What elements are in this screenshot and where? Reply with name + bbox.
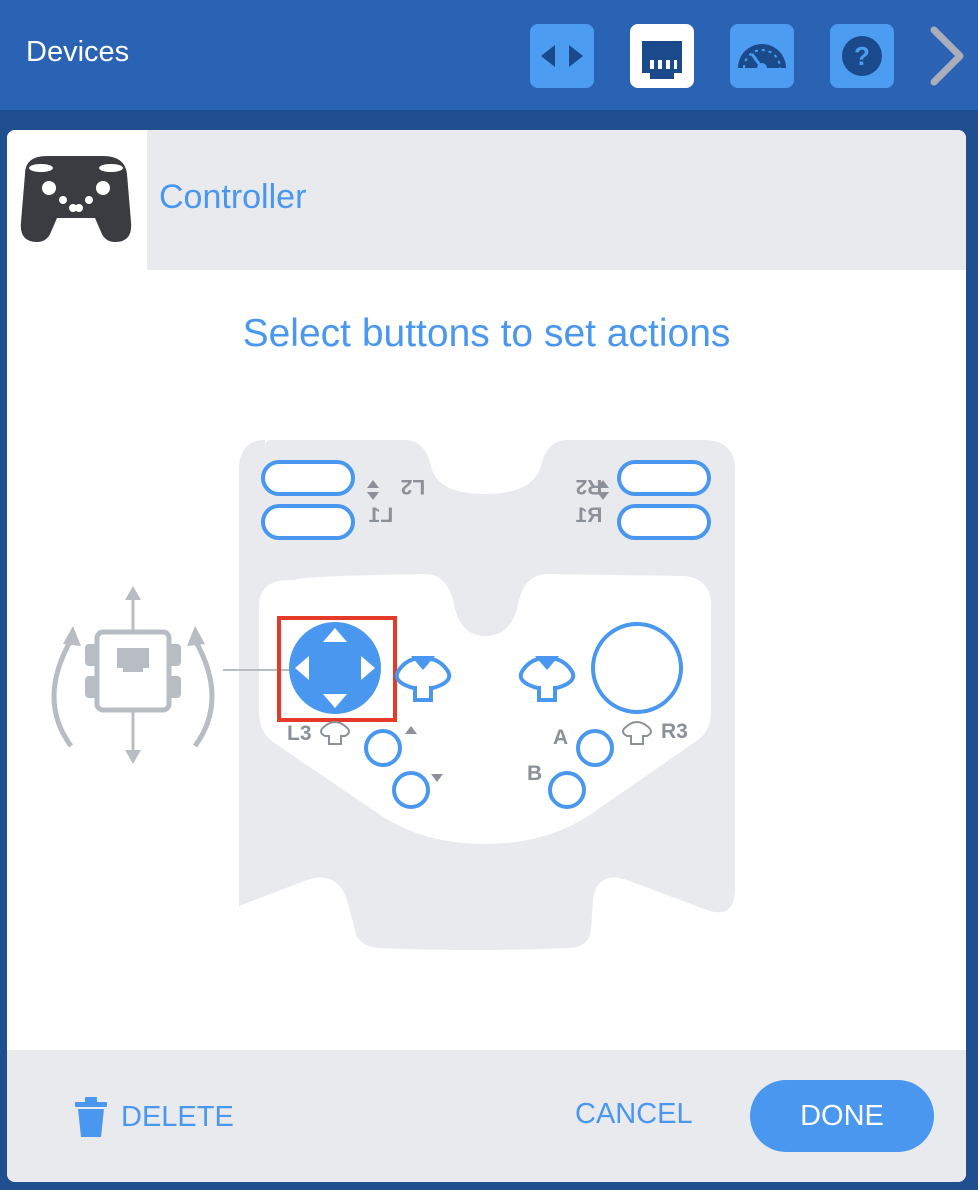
port-icon [642, 41, 682, 79]
page-title: Devices [26, 36, 130, 68]
port-button[interactable] [630, 24, 694, 88]
l2-label: L2 [401, 475, 426, 498]
up-button[interactable] [364, 729, 402, 767]
r2-button[interactable] [617, 460, 711, 496]
right-joystick[interactable] [591, 622, 683, 714]
footer-bar: DELETE CANCEL DONE [7, 1050, 966, 1182]
device-icon-box [7, 130, 147, 270]
l3-label: L3 [287, 722, 312, 745]
a-label: A [553, 726, 568, 749]
r1-button[interactable] [617, 504, 711, 540]
cancel-button[interactable]: CANCEL [575, 1098, 693, 1131]
r1-label-group: R1 [575, 504, 602, 527]
chevron-right-icon[interactable] [924, 24, 978, 88]
help-button[interactable]: ? [830, 24, 894, 88]
down-button[interactable] [392, 771, 430, 809]
device-config-panel: Controller Select buttons to set actions… [7, 130, 966, 1182]
device-header: Controller [7, 130, 966, 270]
l2-label-group: L2 [401, 475, 426, 498]
b-button[interactable] [548, 771, 586, 809]
delete-label: DELETE [121, 1100, 234, 1133]
top-bar: Devices ? [0, 0, 978, 110]
device-name: Controller [159, 178, 307, 216]
r3-label: R3 [661, 720, 688, 743]
code-icon [541, 45, 583, 67]
l1-label: L1 [368, 504, 393, 527]
controller-diagram: L2 L1 R2 R1 L3 R3 A B [51, 440, 735, 950]
help-icon-glyph: ? [854, 41, 870, 71]
b-label: B [527, 762, 542, 785]
l1-button[interactable] [261, 504, 355, 540]
l1-label-group: L1 [368, 504, 393, 527]
instructions-text: Select buttons to set actions [242, 312, 731, 355]
a-button[interactable] [576, 729, 614, 767]
dashboard-icon [738, 44, 786, 73]
help-icon: ? [842, 36, 882, 76]
l2-button[interactable] [261, 460, 355, 496]
drive-robot-icon [51, 586, 215, 764]
trash-icon [75, 1097, 107, 1137]
done-button[interactable]: DONE [750, 1080, 934, 1152]
r1-label: R1 [575, 504, 602, 527]
gamepad-icon [20, 156, 132, 242]
code-button[interactable] [530, 24, 594, 88]
delete-button[interactable]: DELETE [73, 1092, 234, 1142]
dashboard-button[interactable] [730, 24, 794, 88]
